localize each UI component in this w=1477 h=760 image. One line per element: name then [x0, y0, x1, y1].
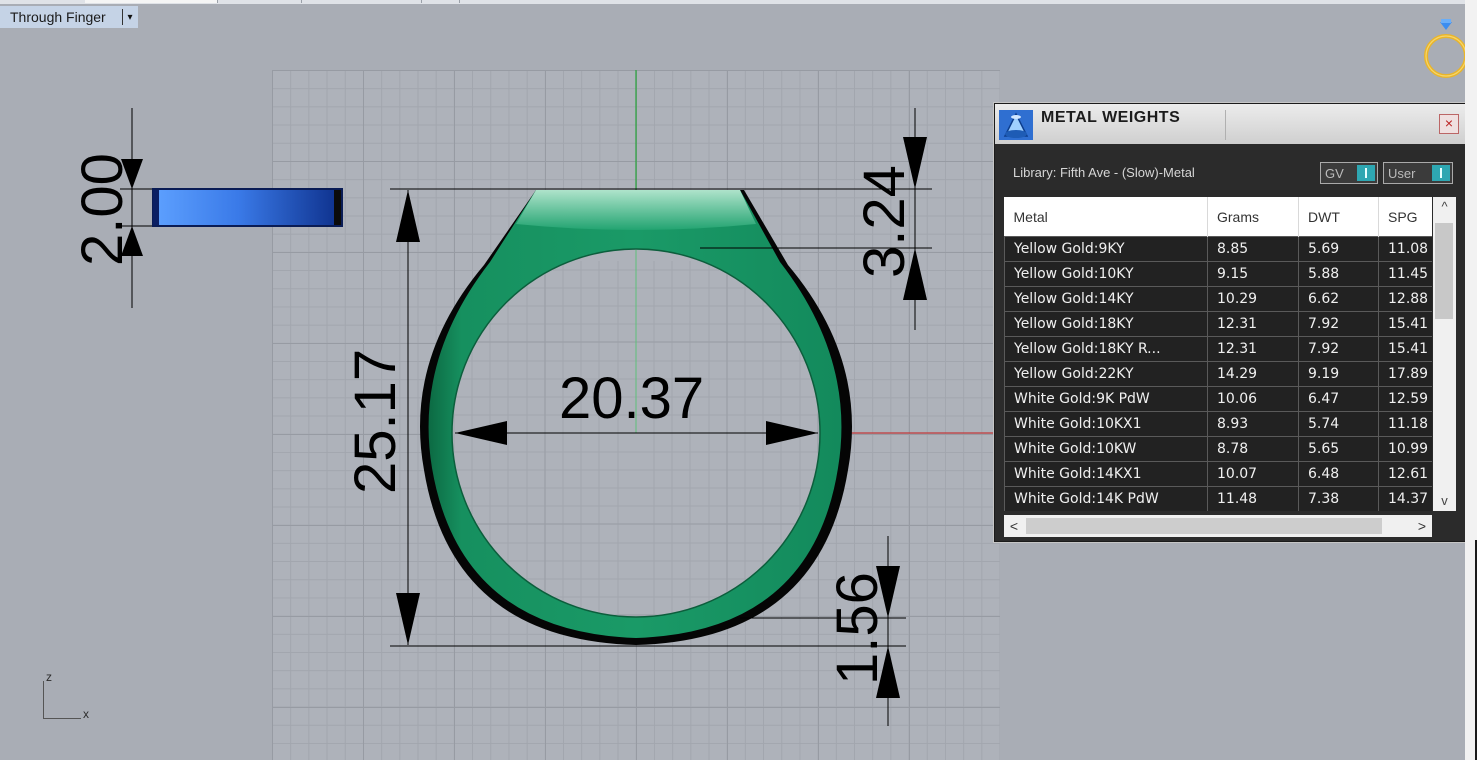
dwt-cell: 6.62	[1298, 286, 1379, 312]
vertical-scroll-thumb[interactable]	[1435, 223, 1453, 319]
metal-cell: Yellow Gold:9KY	[1004, 236, 1208, 262]
dwt-cell: 7.92	[1298, 311, 1379, 337]
column-header-metal[interactable]: Metal	[1004, 197, 1208, 237]
grams-cell: 10.29	[1207, 286, 1299, 312]
horizontal-scroll-thumb[interactable]	[1026, 518, 1382, 534]
table-row[interactable]: White Gold:10KX1 8.93 5.74 11.18	[1004, 411, 1432, 437]
dim-inner-diameter: 20.37	[559, 366, 704, 431]
gv-toggle-knob[interactable]	[1357, 165, 1375, 181]
ring-gumball-icon[interactable]	[1424, 19, 1468, 78]
scroll-up-button[interactable]: ^	[1433, 197, 1456, 217]
grams-cell: 12.31	[1207, 336, 1299, 362]
dim-top-height: 3.24	[852, 165, 917, 278]
dwt-cell: 5.74	[1298, 411, 1379, 437]
table-row[interactable]: Yellow Gold:10KY 9.15 5.88 11.45	[1004, 261, 1432, 287]
grams-cell: 8.85	[1207, 236, 1299, 262]
metal-cell: Yellow Gold:10KY	[1004, 261, 1208, 287]
grams-cell: 11.48	[1207, 486, 1299, 511]
table-row[interactable]: White Gold:9K PdW 10.06 6.47 12.59	[1004, 386, 1432, 412]
metal-cell: Yellow Gold:14KY	[1004, 286, 1208, 312]
metal-cell: White Gold:9K PdW	[1004, 386, 1208, 412]
ring-top-highlight	[516, 190, 756, 230]
metal-weights-logo-icon	[999, 110, 1033, 140]
column-header-spg[interactable]: SPG	[1378, 197, 1432, 237]
grams-cell: 8.93	[1207, 411, 1299, 437]
spg-cell: 11.18	[1378, 411, 1432, 437]
metal-cell: Yellow Gold:18KY	[1004, 311, 1208, 337]
metal-cell: White Gold:14K PdW	[1004, 486, 1208, 511]
table-row[interactable]: Yellow Gold:22KY 14.29 9.19 17.89	[1004, 361, 1432, 387]
column-header-grams[interactable]: Grams	[1207, 197, 1299, 237]
spg-cell: 17.89	[1378, 361, 1432, 387]
spg-cell: 12.59	[1378, 386, 1432, 412]
user-toggle[interactable]: User	[1383, 162, 1453, 184]
grams-cell: 9.15	[1207, 261, 1299, 287]
spg-cell: 11.08	[1378, 236, 1432, 262]
table-row[interactable]: White Gold:10KW 8.78 5.65 10.99	[1004, 436, 1432, 462]
scroll-left-button[interactable]: <	[1004, 515, 1024, 537]
table-row[interactable]: Yellow Gold:18KY R... 12.31 7.92 15.41	[1004, 336, 1432, 362]
scroll-right-button[interactable]: >	[1412, 515, 1432, 537]
table-row[interactable]: Yellow Gold:18KY 12.31 7.92 15.41	[1004, 311, 1432, 337]
metal-table[interactable]: Metal Grams DWT SPG Yellow Gold:9KY 8.85 5…	[1004, 197, 1432, 511]
metal-cell: White Gold:10KW	[1004, 436, 1208, 462]
metal-cell: White Gold:10KX1	[1004, 411, 1208, 437]
user-toggle-label: User	[1388, 165, 1416, 181]
grams-cell: 10.06	[1207, 386, 1299, 412]
spg-cell: 15.41	[1378, 336, 1432, 362]
dwt-cell: 6.47	[1298, 386, 1379, 412]
table-row[interactable]: White Gold:14K PdW 11.48 7.38 14.37	[1004, 486, 1432, 511]
table-row[interactable]: White Gold:14KX1 10.07 6.48 12.61	[1004, 461, 1432, 487]
right-edge-panel	[1465, 0, 1477, 760]
dwt-cell: 5.88	[1298, 261, 1379, 287]
dwt-cell: 7.38	[1298, 486, 1379, 511]
dwt-cell: 9.19	[1298, 361, 1379, 387]
table-row[interactable]: Yellow Gold:9KY 8.85 5.69 11.08	[1004, 236, 1432, 262]
spg-cell: 10.99	[1378, 436, 1432, 462]
grams-cell: 12.31	[1207, 311, 1299, 337]
metal-cell: Yellow Gold:18KY R...	[1004, 336, 1208, 362]
horizontal-scrollbar[interactable]: < >	[1004, 515, 1432, 537]
gv-toggle-label: GV	[1325, 165, 1344, 181]
dim-band-thickness: 2.00	[70, 153, 135, 266]
dwt-cell: 5.65	[1298, 436, 1379, 462]
world-axes-indicator: z x	[36, 668, 106, 728]
x-axis-label: x	[83, 707, 89, 721]
table-header-row: Metal Grams DWT SPG	[1004, 197, 1432, 237]
panel-titlebar[interactable]: METAL WEIGHTS ×	[995, 104, 1465, 144]
dwt-cell: 5.69	[1298, 236, 1379, 262]
table-row[interactable]: Yellow Gold:14KY 10.29 6.62 12.88	[1004, 286, 1432, 312]
metal-cell: White Gold:14KX1	[1004, 461, 1208, 487]
vertical-scrollbar[interactable]: ^ v	[1433, 197, 1456, 511]
dwt-cell: 6.48	[1298, 461, 1379, 487]
dim-overall-height: 25.17	[343, 349, 408, 494]
grams-cell: 10.07	[1207, 461, 1299, 487]
metal-cell: Yellow Gold:22KY	[1004, 361, 1208, 387]
gv-toggle[interactable]: GV	[1320, 162, 1378, 184]
spg-cell: 12.61	[1378, 461, 1432, 487]
library-label: Library: Fifth Ave - (Slow)-Metal	[1013, 165, 1195, 180]
grams-cell: 8.78	[1207, 436, 1299, 462]
scroll-down-button[interactable]: v	[1433, 491, 1456, 511]
panel-title: METAL WEIGHTS	[1041, 109, 1181, 126]
spg-cell: 15.41	[1378, 311, 1432, 337]
spg-cell: 11.45	[1378, 261, 1432, 287]
close-icon[interactable]: ×	[1439, 114, 1459, 134]
metal-weights-panel[interactable]: METAL WEIGHTS × Library: Fifth Ave - (Sl…	[994, 103, 1466, 542]
z-axis-label: z	[46, 670, 52, 684]
dim-bottom-thickness: 1.56	[825, 572, 890, 685]
spg-cell: 12.88	[1378, 286, 1432, 312]
band-side-view	[152, 188, 343, 227]
dwt-cell: 7.92	[1298, 336, 1379, 362]
grams-cell: 14.29	[1207, 361, 1299, 387]
column-header-dwt[interactable]: DWT	[1298, 197, 1379, 237]
spg-cell: 14.37	[1378, 486, 1432, 511]
user-toggle-knob[interactable]	[1432, 165, 1450, 181]
